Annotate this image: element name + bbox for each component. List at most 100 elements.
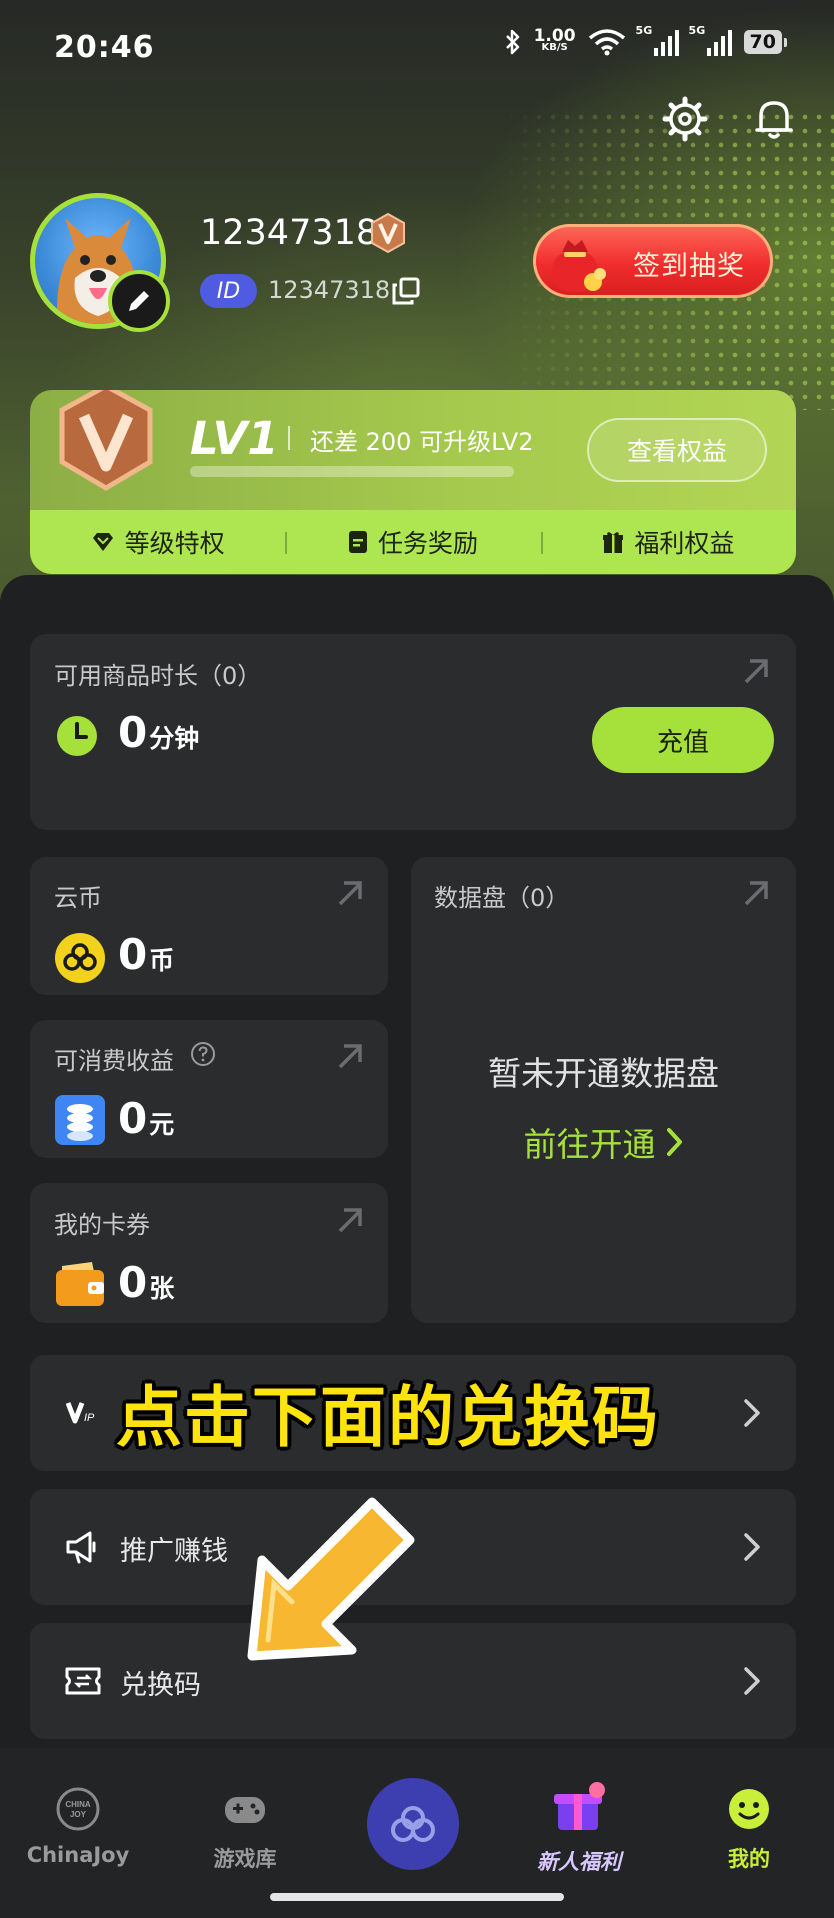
clipboard-icon [348,531,367,553]
product-time-number: 0 [118,708,148,757]
recharge-button[interactable]: 充值 [592,707,774,773]
username: 12347318 [200,213,379,253]
gear-icon[interactable] [662,96,708,142]
product-time-title: 可用商品时长（0） [54,662,262,690]
tab-label: 我的 [728,1847,770,1871]
sign-in-lottery-label: 签到抽奖 [633,251,745,282]
chevron-right-icon [666,1128,682,1156]
status-icons: 1.00 KB/S 5G 5G 70 [504,24,788,56]
arrow-up-right-icon [744,881,768,906]
signal-icon-1: 5G [636,24,679,56]
level-tab-tasks[interactable]: 任务奖励 [285,524,540,560]
signal-tag-1: 5G [635,24,653,37]
svg-text:IP: IP [84,1412,95,1424]
level-medal-icon [59,390,153,491]
level-tab-label: 等级特权 [124,529,225,558]
coupons-number: 0 [118,1258,148,1307]
tab-label: ChinaJoy [26,1843,130,1867]
status-bar: 20:46 1.00 KB/S 5G 5G 70 [0,0,834,96]
cloud-coins-value: 0 币 [118,930,174,979]
earnings-value: 0 元 [118,1094,174,1143]
arrow-up-right-icon [338,881,362,906]
earnings-unit: 元 [149,1110,175,1139]
coin-stack-icon [55,1095,105,1145]
wifi-icon [588,29,625,56]
svg-text:JOY: JOY [70,1810,87,1819]
lucky-bag-icon [552,240,606,292]
level-tab-privileges[interactable]: 等级特权 [30,524,285,560]
level-tab-welfare[interactable]: 福利权益 [540,524,796,560]
pencil-icon [129,291,149,311]
bell-icon[interactable] [751,96,797,142]
id-chip: ID [200,274,257,308]
promote-earn-label: 推广赚钱 [120,1536,228,1567]
gift-box-icon [554,1782,605,1830]
ticket-icon [65,1667,101,1695]
tab-label: 新人福利 [537,1850,621,1874]
chevron-right-icon [744,1667,760,1695]
earnings-number: 0 [118,1094,148,1143]
gamepad-icon [225,1797,265,1823]
redeem-code-label: 兑换码 [120,1670,201,1701]
level-tabs: 等级特权 任务奖励 福利权益 [30,510,796,574]
wallet-icon [56,1262,104,1306]
gift-icon [603,532,624,553]
cloud-coins-unit: 币 [149,946,175,975]
diamond-icon [92,533,113,551]
level-badge-icon [371,212,405,254]
data-disk-empty-text: 暂未开通数据盘 [488,1054,719,1093]
product-time-unit: 分钟 [149,724,200,753]
level-tab-label: 任务奖励 [377,529,478,558]
battery-indicator: 70 [743,30,788,54]
tab-game-library[interactable]: 游戏库 [170,1785,320,1873]
chinajoy-logo-icon: CHINAJOY [56,1787,100,1831]
signal-icon-2: 5G [689,24,732,56]
tutorial-caption: 点击下面的兑换码 [116,1379,660,1456]
product-time-value: 0 分钟 [118,708,199,757]
tab-chinajoy[interactable]: CHINA JOY ChinaJoy [3,1785,153,1867]
coupons-unit: 张 [149,1274,175,1303]
megaphone-icon [66,1531,96,1564]
arrow-up-right-icon [338,1044,362,1069]
chevron-right-icon [744,1399,760,1427]
level-separator [288,426,290,450]
arrow-up-right-icon [744,659,768,684]
earnings-title: 可消费收益 [54,1047,174,1075]
level-tab-label: 福利权益 [634,529,735,558]
tab-mine[interactable]: 我的 [674,1785,824,1873]
cloud-icon [391,1806,435,1842]
open-data-disk-link[interactable]: 前往开通 [411,1118,796,1166]
help-icon[interactable] [190,1041,216,1067]
cloud-coins-title: 云币 [54,884,102,912]
net-speed-unit: KB/S [541,42,568,53]
coupons-title: 我的卡券 [54,1211,150,1239]
smiley-icon [729,1789,769,1829]
tab-newbie-welfare[interactable]: 新人福利 [504,1778,654,1876]
coupons-value: 0 张 [118,1258,174,1307]
bluetooth-icon [505,29,519,55]
level-progress-bar [190,466,514,477]
pointer-arrow-icon [247,1497,415,1661]
net-speed: 1.00 KB/S [533,26,576,54]
chevron-right-icon [744,1533,760,1561]
level-title: LV1 [190,412,279,465]
open-data-disk-label: 前往开通 [523,1125,656,1164]
view-benefits-button[interactable]: 查看权益 [587,418,767,482]
home-indicator [270,1893,564,1901]
clock-icon [57,716,97,756]
cloud-coins-number: 0 [118,930,148,979]
cloud-coin-icon [55,933,105,983]
arrow-up-right-icon [338,1208,362,1233]
net-speed-value: 1.00 [533,26,576,46]
copy-icon[interactable] [391,276,421,306]
svg-text:CHINA: CHINA [65,1800,91,1809]
level-card: LV1 还差 200 可升级LV2 查看权益 等级特权 任务奖励 福利权益 [30,390,796,574]
vip-icon: IP [66,1402,95,1424]
user-id: 12347318 [268,276,391,304]
tab-label: 游戏库 [213,1847,277,1871]
level-upgrade-hint: 还差 200 可升级LV2 [310,428,534,456]
edit-avatar-button[interactable] [108,270,170,332]
data-disk-title: 数据盘（0） [434,884,570,912]
tab-cloud-center[interactable] [367,1778,459,1870]
status-time: 20:46 [54,30,155,65]
